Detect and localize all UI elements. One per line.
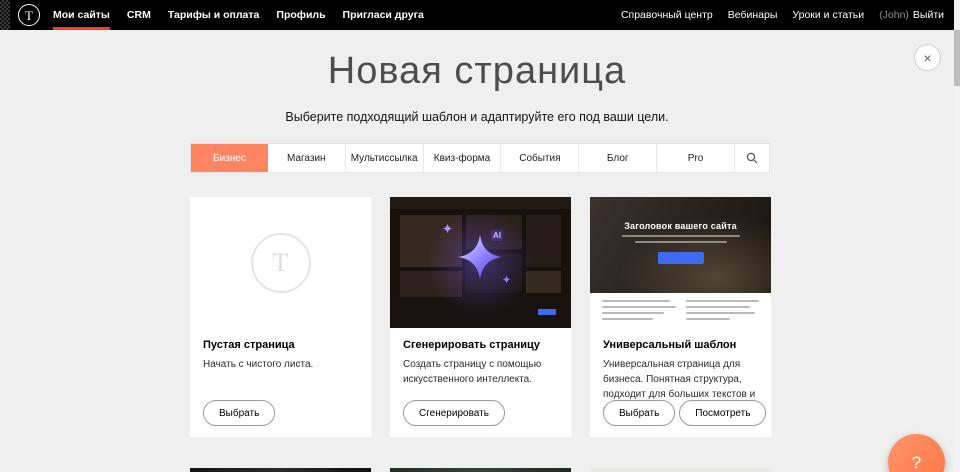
blank-card-media: T	[190, 197, 371, 328]
tilda-logo-glyph: T	[25, 9, 33, 22]
preview-cta-button	[658, 252, 704, 264]
logout-link[interactable]: Выйти	[913, 9, 944, 21]
search-button[interactable]	[735, 144, 769, 172]
template-card-partial[interactable]	[590, 468, 771, 472]
tab-business[interactable]: Бизнес	[191, 144, 268, 172]
secondary-nav: Справочный центр Вебинары Уроки и статьи…	[621, 0, 944, 30]
card-actions: Выбрать Посмотреть	[603, 400, 766, 426]
scrollbar-track[interactable]	[954, 0, 960, 472]
preview-universal-button[interactable]: Посмотреть	[679, 400, 766, 426]
nav-item-my-sites[interactable]: Мои сайты	[53, 0, 110, 30]
template-card-partial[interactable]	[390, 468, 571, 472]
template-card-partial[interactable]	[190, 468, 371, 472]
tab-quiz-form[interactable]: Квиз-форма	[424, 144, 502, 172]
card-description: Создать страницу с помощью искусственног…	[403, 357, 558, 387]
user-name: (John)	[879, 9, 909, 21]
page-title: Новая страница	[0, 50, 954, 93]
tab-events[interactable]: События	[501, 144, 579, 172]
preview-site-heading: Заголовок вашего сайта	[590, 197, 771, 231]
tab-shop[interactable]: Магазин	[268, 144, 346, 172]
topbar: T Мои сайты CRM Тарифы и оплата Профиль …	[0, 0, 960, 30]
main-nav: Мои сайты CRM Тарифы и оплата Профиль Пр…	[53, 0, 424, 30]
template-category-tabs: Бизнес Магазин Мультиссылка Квиз-форма С…	[190, 143, 770, 173]
scrollbar-thumb[interactable]	[954, 30, 960, 86]
template-preview-hero: Заголовок вашего сайта	[590, 197, 771, 293]
card-actions: Сгенерировать	[403, 400, 505, 426]
select-blank-button[interactable]: Выбрать	[203, 400, 275, 426]
template-preview-body	[590, 293, 771, 328]
nav-item-invite-friend[interactable]: Пригласи друга	[343, 0, 424, 30]
universal-card-media: Заголовок вашего сайта	[590, 197, 771, 328]
ai-badge: AI	[491, 230, 503, 241]
template-card-universal: Заголовок вашего сайта	[590, 197, 771, 437]
card-description: Начать с чистого листа.	[203, 357, 358, 372]
nav-item-help-center[interactable]: Справочный центр	[621, 0, 713, 30]
nav-item-webinars[interactable]: Вебинары	[728, 0, 778, 30]
card-actions: Выбрать	[203, 400, 275, 426]
app-window: T Мои сайты CRM Тарифы и оплата Профиль …	[0, 0, 960, 472]
generate-card-body: Сгенерировать страницу Создать страницу …	[390, 328, 571, 387]
template-card-blank: T Пустая страница Начать с чистого листа…	[190, 197, 371, 437]
nav-item-crm[interactable]: CRM	[127, 0, 151, 30]
help-button[interactable]: ?	[888, 434, 945, 472]
card-title: Пустая страница	[203, 339, 358, 351]
blank-card-body: Пустая страница Начать с чистого листа.	[190, 328, 371, 372]
ai-sparkle-small-icon	[442, 223, 453, 234]
page-subtitle: Выберите подходящий шаблон и адаптируйте…	[0, 110, 954, 124]
select-universal-button[interactable]: Выбрать	[603, 400, 675, 426]
new-page-dialog: × Новая страница Выберите подходящий шаб…	[0, 30, 954, 472]
help-icon: ?	[912, 453, 921, 472]
tab-multilink[interactable]: Мультиссылка	[346, 144, 424, 172]
preview-subtitle-line	[635, 241, 727, 243]
nav-item-lessons[interactable]: Уроки и статьи	[792, 0, 864, 30]
nav-item-profile[interactable]: Профиль	[276, 0, 325, 30]
generate-card-media: AI	[390, 197, 571, 328]
generate-button[interactable]: Сгенерировать	[403, 400, 505, 426]
nav-item-pricing[interactable]: Тарифы и оплата	[168, 0, 260, 30]
tilda-ghost-logo-icon: T	[251, 233, 311, 293]
tab-pro[interactable]: Pro	[657, 144, 735, 172]
ai-sparkle-small-icon	[502, 275, 511, 284]
preview-subtitle-line	[622, 235, 740, 237]
tab-blog[interactable]: Блог	[579, 144, 657, 172]
card-title: Сгенерировать страницу	[403, 339, 558, 351]
tilda-logo[interactable]: T	[18, 4, 40, 26]
checker-pattern	[0, 0, 10, 30]
card-title: Универсальный шаблон	[603, 339, 758, 351]
search-icon	[746, 152, 758, 164]
template-card-generate: AI Сгенерировать страницу Создать страни…	[390, 197, 571, 437]
user-block: (John) Выйти	[879, 0, 944, 30]
